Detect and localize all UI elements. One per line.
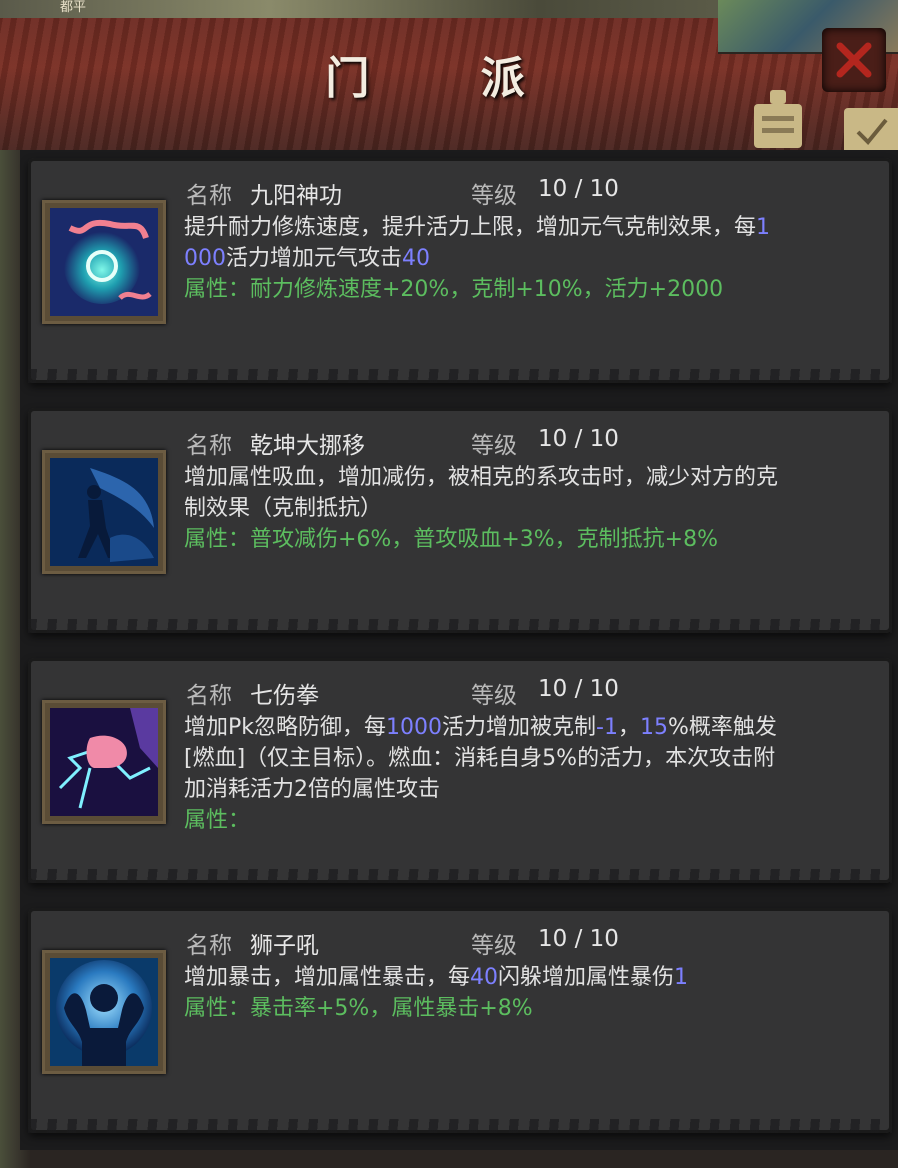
skill-name: 七伤拳 <box>250 683 319 709</box>
highlight-value: 40 <box>402 246 431 271</box>
skill-level: 10 / 10 <box>538 926 619 952</box>
name-label: 名称 <box>186 683 232 709</box>
highlight-value: 1000 <box>386 715 443 740</box>
description-text: 提升耐力修炼速度，提升活力上限，增加元气克制效果，每 <box>184 215 757 240</box>
skill-name: 狮子吼 <box>250 933 319 959</box>
skill-level: 10 / 10 <box>538 426 619 452</box>
check-tab-icon[interactable] <box>844 108 898 154</box>
notice-board-icon[interactable] <box>750 86 806 150</box>
skill-description: 增加属性吸血，增加减伤，被相克的系攻击时，减少对方的克制效果（克制抵抗） 属性：普… <box>184 462 779 555</box>
roaring-figure-icon[interactable] <box>42 950 166 1074</box>
skill-name: 乾坤大挪移 <box>250 433 365 459</box>
description-text: 增加Pk忽略防御，每 <box>184 715 387 740</box>
skill-attributes: 属性：暴击率+5%，属性暴击+8% <box>184 996 533 1021</box>
skill-level: 10 / 10 <box>538 676 619 702</box>
skill-description: 增加暴击，增加属性暴击，每40闪躲增加属性暴伤1 属性：暴击率+5%，属性暴击+8… <box>184 962 779 1024</box>
name-label: 名称 <box>186 433 232 459</box>
description-text: ， <box>617 715 640 740</box>
name-label: 名称 <box>186 183 232 209</box>
lightning-fist-icon[interactable] <box>42 700 166 824</box>
skill-attributes: 属性：普攻减伤+6%，普攻吸血+3%，克制抵抗+8% <box>184 527 719 552</box>
level-label: 等级 <box>471 183 517 209</box>
skill-card[interactable]: 名称 乾坤大挪移 等级 10 / 10 增加属性吸血，增加减伤，被相克的系攻击时，减少对… <box>28 408 892 633</box>
description-text: 增加属性吸血，增加减伤，被相克的系攻击时，减少对方的克制效果（克制抵抗） <box>184 465 779 521</box>
description-text: 活力增加被克制 <box>442 715 597 740</box>
skill-attributes: 属性：耐力修炼速度+20%，克制+10%，活力+2000 <box>184 277 724 302</box>
close-icon <box>836 42 872 78</box>
highlight-value: 15 <box>639 715 668 740</box>
level-label: 等级 <box>471 433 517 459</box>
skill-name: 九阳神功 <box>250 183 342 209</box>
highlight-value: 40 <box>470 965 499 990</box>
description-text: 增加暴击，增加属性暴击，每 <box>184 965 471 990</box>
corner-label: 都平 <box>60 0 87 15</box>
skill-attributes: 属性： <box>184 808 251 833</box>
description-text: 活力增加元气攻击 <box>226 246 403 271</box>
skill-description: 增加Pk忽略防御，每1000活力增加被克制-1，15%概率触发[燃血]（仅主目标… <box>184 712 779 836</box>
level-label: 等级 <box>471 683 517 709</box>
highlight-value: 1 <box>674 965 689 990</box>
name-label: 名称 <box>186 933 232 959</box>
level-label: 等级 <box>471 933 517 959</box>
skill-level: 10 / 10 <box>538 176 619 202</box>
skill-description: 提升耐力修炼速度，提升活力上限，增加元气克制效果，每1000活力增加元气攻击40… <box>184 212 779 305</box>
description-text: 闪躲增加属性暴伤 <box>498 965 675 990</box>
glowing-claw-orb-icon[interactable] <box>42 200 166 324</box>
martial-artist-silhouette-icon[interactable] <box>42 450 166 574</box>
close-button[interactable] <box>822 28 886 92</box>
skill-card[interactable]: 名称 九阳神功 等级 10 / 10 提升耐力修炼速度，提升活力上限，增加元气克制效果，… <box>28 158 892 383</box>
highlight-value: -1 <box>596 715 618 740</box>
skill-card[interactable]: 名称 七伤拳 等级 10 / 10 增加Pk忽略防御，每1000活力增加被克制-1，15… <box>28 658 892 883</box>
skill-card[interactable]: 名称 狮子吼 等级 10 / 10 增加暴击，增加属性暴击，每40闪躲增加属性暴伤1 属性… <box>28 908 892 1133</box>
